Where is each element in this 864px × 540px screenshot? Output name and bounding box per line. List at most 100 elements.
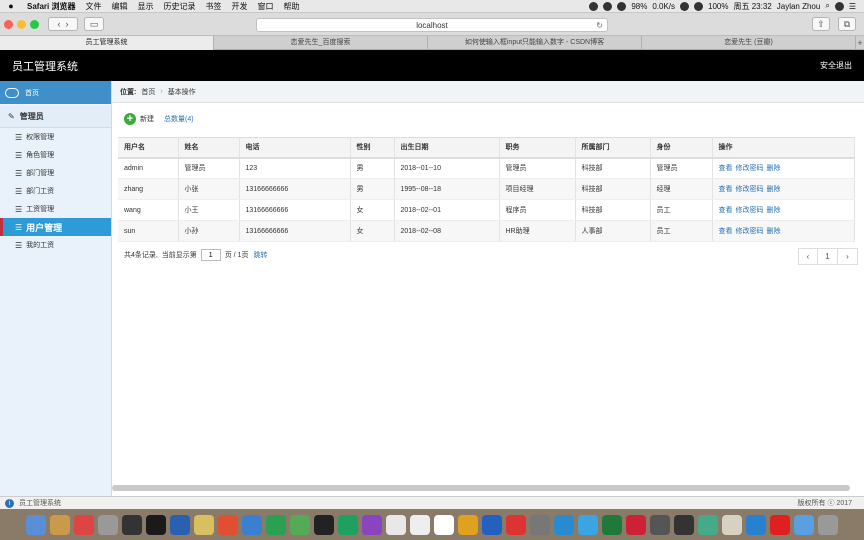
dock-app-icon[interactable]	[578, 514, 598, 535]
sidebar-item-dept-salary[interactable]: ☰ 部门工资	[0, 182, 111, 200]
dock-app-icon[interactable]	[626, 514, 646, 535]
dock-app-icon[interactable]	[794, 514, 814, 535]
sidebar-toggle-icon[interactable]: ▭	[84, 17, 104, 31]
view-link[interactable]: 查看	[719, 207, 733, 214]
tab-csdn-blog[interactable]: 如何使输入框input只能输入数字 - CSDN博客	[428, 36, 642, 50]
spotlight-icon[interactable]: ⌕	[825, 1, 829, 11]
dock-app-icon[interactable]	[194, 514, 214, 535]
logout-link[interactable]: 安全退出	[820, 60, 852, 71]
menu-file[interactable]: 文件	[80, 1, 106, 12]
dock-app-icon[interactable]	[386, 514, 406, 535]
dock-app-icon[interactable]	[410, 514, 430, 535]
dock-app-icon[interactable]	[722, 514, 742, 535]
horizontal-scrollbar[interactable]	[112, 485, 850, 491]
menu-help[interactable]: 帮助	[278, 1, 304, 12]
menu-app-safari[interactable]: Safari 浏览器	[22, 1, 80, 12]
delete-link[interactable]: 删除	[767, 165, 781, 172]
add-icon[interactable]: +	[124, 113, 136, 125]
tab-baidu-search[interactable]: 恋爱先生_百度搜索	[214, 36, 428, 50]
dock-app-icon[interactable]	[50, 514, 70, 535]
wifi-icon[interactable]	[694, 1, 704, 11]
view-link[interactable]: 查看	[719, 228, 733, 235]
menu-history[interactable]: 历史记录	[158, 1, 200, 12]
tab-employee-system[interactable]: 员工管理系统	[0, 36, 214, 50]
sidebar-item-my-salary[interactable]: ☰ 我的工资	[0, 236, 111, 254]
next-page-button[interactable]: ›	[838, 248, 858, 265]
dock-app-icon[interactable]	[434, 514, 454, 535]
menu-view[interactable]: 显示	[132, 1, 158, 12]
change-password-link[interactable]: 修改密码	[736, 228, 764, 235]
dock-app-icon[interactable]	[314, 514, 334, 535]
menu-bookmarks[interactable]: 书签	[200, 1, 226, 12]
dock-app-icon[interactable]	[266, 514, 286, 535]
sidebar-section-admin[interactable]: ✎ 管理员	[0, 106, 111, 128]
zoom-window-button[interactable]	[30, 19, 39, 29]
dock-app-icon[interactable]	[770, 514, 790, 535]
siri-icon[interactable]	[834, 1, 844, 11]
notification-center-icon[interactable]: ☰	[849, 2, 856, 11]
tab-overview-icon[interactable]: ⧉	[838, 17, 856, 31]
menu-edit[interactable]: 编辑	[106, 1, 132, 12]
dock-app-icon[interactable]	[290, 514, 310, 535]
dock-app-icon[interactable]	[458, 514, 478, 535]
dock-app-icon[interactable]	[674, 514, 694, 535]
sidebar-item-salary-mgmt[interactable]: ☰ 工资管理	[0, 200, 111, 218]
reload-icon[interactable]: ↻	[596, 19, 603, 32]
dock-app-icon[interactable]	[482, 514, 502, 535]
user-name[interactable]: Jaylan Zhou	[777, 2, 821, 11]
delete-link[interactable]: 删除	[767, 207, 781, 214]
dock-app-icon[interactable]	[242, 514, 262, 535]
dock-app-icon[interactable]	[98, 514, 118, 535]
change-password-link[interactable]: 修改密码	[736, 165, 764, 172]
dock-app-icon[interactable]	[602, 514, 622, 535]
clock[interactable]: 周五 23:32	[734, 1, 772, 12]
tab-douban[interactable]: 恋爱先生 (豆瓣)	[642, 36, 856, 50]
new-tab-button[interactable]: +	[856, 36, 864, 49]
bluetooth-icon[interactable]	[680, 1, 690, 11]
sidebar-item-departments[interactable]: ☰ 部门管理	[0, 164, 111, 182]
cell-birthdate: 2018--02--08	[394, 220, 500, 242]
sidebar-item-users[interactable]: ☰ 用户管理	[0, 218, 111, 236]
address-bar[interactable]: localhost ↻	[256, 18, 608, 32]
dock-app-icon[interactable]	[746, 514, 766, 535]
view-link[interactable]: 查看	[719, 165, 733, 172]
view-link[interactable]: 查看	[719, 186, 733, 193]
change-password-link[interactable]: 修改密码	[736, 186, 764, 193]
wechat-icon[interactable]	[617, 1, 627, 11]
minimize-window-button[interactable]	[17, 19, 26, 29]
dock-app-icon[interactable]	[146, 514, 166, 535]
sidebar-item-roles[interactable]: ☰ 角色管理	[0, 146, 111, 164]
dock-app-icon[interactable]	[170, 514, 190, 535]
page-input[interactable]	[200, 249, 221, 261]
prev-page-button[interactable]: ‹	[798, 248, 818, 265]
close-window-button[interactable]	[4, 19, 13, 29]
page-1-button[interactable]: 1	[818, 248, 838, 265]
dock-app-icon[interactable]	[362, 514, 382, 535]
dock-app-icon[interactable]	[650, 514, 670, 535]
dock-app-icon[interactable]	[218, 514, 238, 535]
qq-icon[interactable]	[603, 1, 613, 11]
sidebar-item-permissions[interactable]: ☰ 权限管理	[0, 128, 111, 146]
delete-link[interactable]: 删除	[767, 186, 781, 193]
dock-app-icon[interactable]	[698, 514, 718, 535]
jump-link[interactable]: 跳转	[253, 250, 267, 260]
change-password-link[interactable]: 修改密码	[736, 207, 764, 214]
share-icon[interactable]: ⇧	[812, 17, 830, 31]
record-icon[interactable]	[589, 1, 599, 11]
new-button[interactable]: 新建	[140, 114, 154, 124]
apple-menu-icon[interactable]: ●	[0, 1, 22, 11]
breadcrumb-home[interactable]: 首页	[141, 87, 155, 97]
back-forward-buttons[interactable]: ‹ ›	[48, 17, 78, 31]
dock-app-icon[interactable]	[74, 514, 94, 535]
menu-window[interactable]: 窗口	[252, 1, 278, 12]
sidebar-home[interactable]: 首页	[0, 81, 111, 104]
dock-app-icon[interactable]	[26, 514, 46, 535]
dock-app-icon[interactable]	[530, 514, 550, 535]
dock-app-icon[interactable]	[506, 514, 526, 535]
dock-app-icon[interactable]	[122, 514, 142, 535]
menu-develop[interactable]: 开发	[226, 1, 252, 12]
dock-app-icon[interactable]	[338, 514, 358, 535]
dock-app-icon[interactable]	[554, 514, 574, 535]
delete-link[interactable]: 删除	[767, 228, 781, 235]
dock-app-icon[interactable]	[818, 514, 838, 535]
